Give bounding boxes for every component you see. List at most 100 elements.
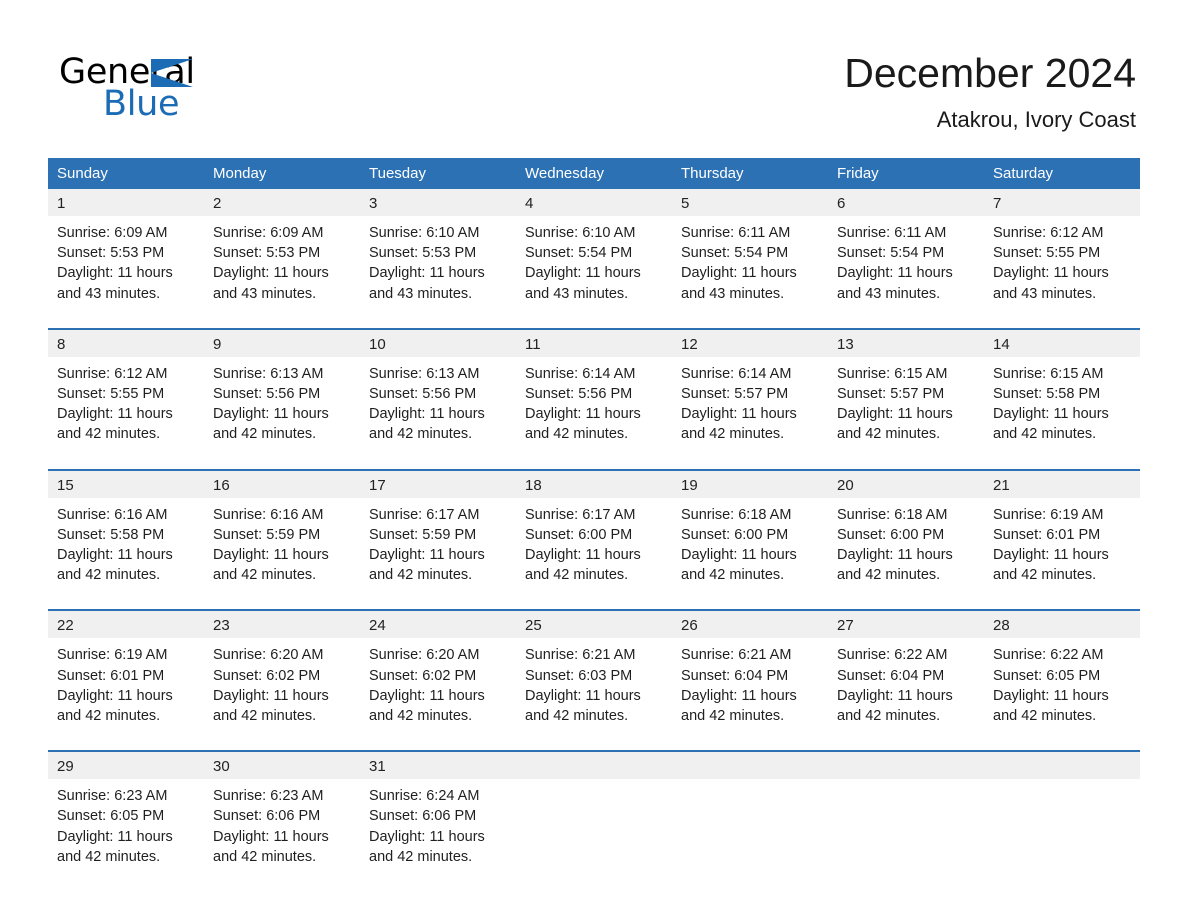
calendar-day-cell[interactable]: 18 Sunrise: 6:17 AM Sunset: 6:00 PM Dayligh… (516, 470, 672, 596)
calendar-day-cell-empty (828, 752, 984, 877)
title-block: December 2024 Atakrou, Ivory Coast (844, 48, 1136, 133)
generalblue-logo[interactable]: General Blue (59, 52, 259, 124)
sunset-text: Sunset: 5:57 PM (681, 386, 789, 403)
daylight-text: Daylight: 11 hours and 42 minutes. (993, 687, 1109, 725)
calendar-day-cell[interactable]: 31 Sunrise: 6:24 AM Sunset: 6:06 PM Dayligh… (360, 752, 516, 878)
daylight-text: Daylight: 11 hours and 42 minutes. (837, 406, 953, 443)
calendar-day-cell[interactable]: 19 Sunrise: 6:18 AM Sunset: 6:00 PM Dayligh… (672, 470, 828, 596)
calendar-week-cells: 8 Sunrise: 6:12 AM Sunset: 5:55 PM Daylight… (48, 329, 1140, 455)
calendar-week-cells: 15 Sunrise: 6:16 AM Sunset: 5:58 PM Dayligh… (48, 470, 1140, 596)
day-sun-info (984, 779, 1140, 797)
sunset-text: Sunset: 5:53 PM (57, 245, 165, 262)
calendar-day-cell[interactable]: 25 Sunrise: 6:21 AM Sunset: 6:03 PM Dayligh… (516, 611, 672, 737)
calendar-day-cell[interactable]: 24 Sunrise: 6:20 AM Sunset: 6:02 PM Dayligh… (360, 611, 516, 737)
sunset-text: Sunset: 5:53 PM (369, 245, 477, 262)
calendar-day-cell[interactable]: 2 Sunrise: 6:09 AM Sunset: 5:53 PM Daylight… (204, 189, 360, 314)
sunset-text: Sunset: 5:54 PM (525, 245, 633, 262)
calendar-day-cell[interactable]: 26 Sunrise: 6:21 AM Sunset: 6:04 PM Dayligh… (672, 611, 828, 737)
day-number: 23 (204, 611, 360, 639)
calendar-day-cell[interactable]: 7 Sunrise: 6:12 AM Sunset: 5:55 PM Daylight… (984, 189, 1140, 314)
day-sun-info (828, 779, 984, 797)
day-number (516, 752, 672, 780)
day-sun-info: Sunrise: 6:23 AM Sunset: 6:06 PM Daylight:… (204, 779, 360, 878)
calendar-day-cell[interactable]: 11 Sunrise: 6:14 AM Sunset: 5:56 PM Dayligh… (516, 329, 672, 455)
day-number: 31 (360, 752, 516, 780)
day-sun-info: Sunrise: 6:22 AM Sunset: 6:04 PM Daylight:… (828, 638, 984, 737)
calendar-day-cell[interactable]: 17 Sunrise: 6:17 AM Sunset: 5:59 PM Dayligh… (360, 470, 516, 596)
sunrise-text: Sunrise: 6:15 AM (837, 365, 948, 382)
day-sun-info: Sunrise: 6:13 AM Sunset: 5:56 PM Daylight:… (204, 356, 360, 455)
sunset-text: Sunset: 5:56 PM (213, 386, 321, 403)
sunrise-text: Sunrise: 6:17 AM (369, 506, 480, 523)
calendar-day-cell[interactable]: 5 Sunrise: 6:11 AM Sunset: 5:54 PM Daylight… (672, 189, 828, 314)
daylight-text: Daylight: 11 hours and 42 minutes. (213, 406, 329, 443)
calendar-day-cell[interactable]: 8 Sunrise: 6:12 AM Sunset: 5:55 PM Daylight… (48, 329, 204, 455)
day-sun-info: Sunrise: 6:18 AM Sunset: 6:00 PM Daylight:… (828, 497, 984, 596)
day-sun-info: Sunrise: 6:17 AM Sunset: 5:59 PM Daylight:… (360, 497, 516, 596)
calendar-day-cell[interactable]: 23 Sunrise: 6:20 AM Sunset: 6:02 PM Dayligh… (204, 611, 360, 737)
sunset-text: Sunset: 6:00 PM (837, 526, 945, 543)
daylight-text: Daylight: 11 hours and 42 minutes. (369, 406, 485, 443)
sunrise-text: Sunrise: 6:23 AM (213, 788, 324, 805)
day-sun-info: Sunrise: 6:09 AM Sunset: 5:53 PM Daylight:… (48, 216, 204, 314)
week-separator (48, 454, 1140, 469)
calendar-day-cell[interactable]: 12 Sunrise: 6:14 AM Sunset: 5:57 PM Dayligh… (672, 329, 828, 455)
day-sun-info: Sunrise: 6:20 AM Sunset: 6:02 PM Daylight:… (360, 638, 516, 737)
sunset-text: Sunset: 5:53 PM (213, 245, 321, 262)
calendar-day-cell[interactable]: 13 Sunrise: 6:15 AM Sunset: 5:57 PM Dayligh… (828, 329, 984, 455)
sunset-text: Sunset: 6:06 PM (213, 808, 321, 825)
weekday-header-wednesday: Wednesday (525, 165, 604, 182)
day-sun-info: Sunrise: 6:14 AM Sunset: 5:57 PM Daylight:… (672, 356, 828, 455)
sunset-text: Sunset: 5:56 PM (525, 386, 633, 403)
calendar-day-cell[interactable]: 15 Sunrise: 6:16 AM Sunset: 5:58 PM Dayligh… (48, 470, 204, 596)
calendar-day-cell[interactable]: 20 Sunrise: 6:18 AM Sunset: 6:00 PM Dayligh… (828, 470, 984, 596)
calendar-day-cell[interactable]: 10 Sunrise: 6:13 AM Sunset: 5:56 PM Dayligh… (360, 329, 516, 455)
calendar-day-cell[interactable]: 28 Sunrise: 6:22 AM Sunset: 6:05 PM Dayligh… (984, 611, 1140, 737)
daylight-text: Daylight: 11 hours and 43 minutes. (57, 265, 173, 302)
daylight-text: Daylight: 11 hours and 42 minutes. (993, 406, 1109, 443)
day-number: 4 (516, 189, 672, 216)
day-number: 27 (828, 611, 984, 639)
calendar-day-cell[interactable]: 1 Sunrise: 6:09 AM Sunset: 5:53 PM Daylight… (48, 189, 204, 314)
calendar-week-row: 8 Sunrise: 6:12 AM Sunset: 5:55 PM Daylight… (48, 327, 1140, 455)
daylight-text: Daylight: 11 hours and 42 minutes. (369, 547, 485, 584)
calendar-day-cell[interactable]: 21 Sunrise: 6:19 AM Sunset: 6:01 PM Dayligh… (984, 470, 1140, 596)
weekday-header-friday: Friday (837, 165, 879, 182)
day-number: 21 (984, 470, 1140, 498)
daylight-text: Daylight: 11 hours and 42 minutes. (525, 406, 641, 443)
calendar-day-cell[interactable]: 22 Sunrise: 6:19 AM Sunset: 6:01 PM Dayligh… (48, 611, 204, 737)
calendar-day-cell[interactable]: 30 Sunrise: 6:23 AM Sunset: 6:06 PM Dayligh… (204, 752, 360, 878)
calendar-day-cell[interactable]: 14 Sunrise: 6:15 AM Sunset: 5:58 PM Dayligh… (984, 329, 1140, 455)
calendar-day-cell[interactable]: 4 Sunrise: 6:10 AM Sunset: 5:54 PM Daylight… (516, 189, 672, 314)
sunrise-text: Sunrise: 6:13 AM (213, 365, 324, 382)
calendar-day-cell[interactable]: 27 Sunrise: 6:22 AM Sunset: 6:04 PM Dayligh… (828, 611, 984, 737)
day-number: 3 (360, 189, 516, 216)
daylight-text: Daylight: 11 hours and 42 minutes. (681, 687, 797, 725)
page-header: General Blue December 2024 Atakrou, Ivor… (0, 0, 1188, 150)
calendar-day-cell-empty (672, 752, 828, 877)
calendar-page: General Blue December 2024 Atakrou, Ivor… (0, 0, 1188, 918)
calendar-day-cell[interactable]: 3 Sunrise: 6:10 AM Sunset: 5:53 PM Daylight… (360, 189, 516, 314)
daylight-text: Daylight: 11 hours and 42 minutes. (837, 687, 953, 725)
day-number: 18 (516, 470, 672, 498)
sunset-text: Sunset: 6:03 PM (525, 667, 633, 684)
calendar-day-cell[interactable]: 9 Sunrise: 6:13 AM Sunset: 5:56 PM Daylight… (204, 329, 360, 455)
day-number (828, 752, 984, 780)
day-number: 13 (828, 329, 984, 357)
sunrise-text: Sunrise: 6:14 AM (525, 365, 636, 382)
daylight-text: Daylight: 11 hours and 43 minutes. (993, 265, 1109, 302)
sunset-text: Sunset: 6:01 PM (57, 667, 165, 684)
calendar-day-cell[interactable]: 29 Sunrise: 6:23 AM Sunset: 6:05 PM Dayligh… (48, 752, 204, 878)
daylight-text: Daylight: 11 hours and 42 minutes. (213, 547, 329, 584)
sunrise-text: Sunrise: 6:16 AM (213, 506, 324, 523)
day-sun-info: Sunrise: 6:13 AM Sunset: 5:56 PM Daylight:… (360, 356, 516, 455)
logo-triangle-icon (151, 59, 193, 87)
sunrise-text: Sunrise: 6:18 AM (837, 506, 948, 523)
daylight-text: Daylight: 11 hours and 42 minutes. (369, 687, 485, 725)
calendar-day-cell[interactable]: 16 Sunrise: 6:16 AM Sunset: 5:59 PM Dayligh… (204, 470, 360, 596)
sunset-text: Sunset: 5:57 PM (837, 386, 945, 403)
day-number: 28 (984, 611, 1140, 639)
calendar-week-row: 1 Sunrise: 6:09 AM Sunset: 5:53 PM Daylight… (48, 189, 1140, 314)
calendar-day-cell[interactable]: 6 Sunrise: 6:11 AM Sunset: 5:54 PM Daylight… (828, 189, 984, 314)
day-sun-info: Sunrise: 6:10 AM Sunset: 5:53 PM Daylight:… (360, 216, 516, 314)
